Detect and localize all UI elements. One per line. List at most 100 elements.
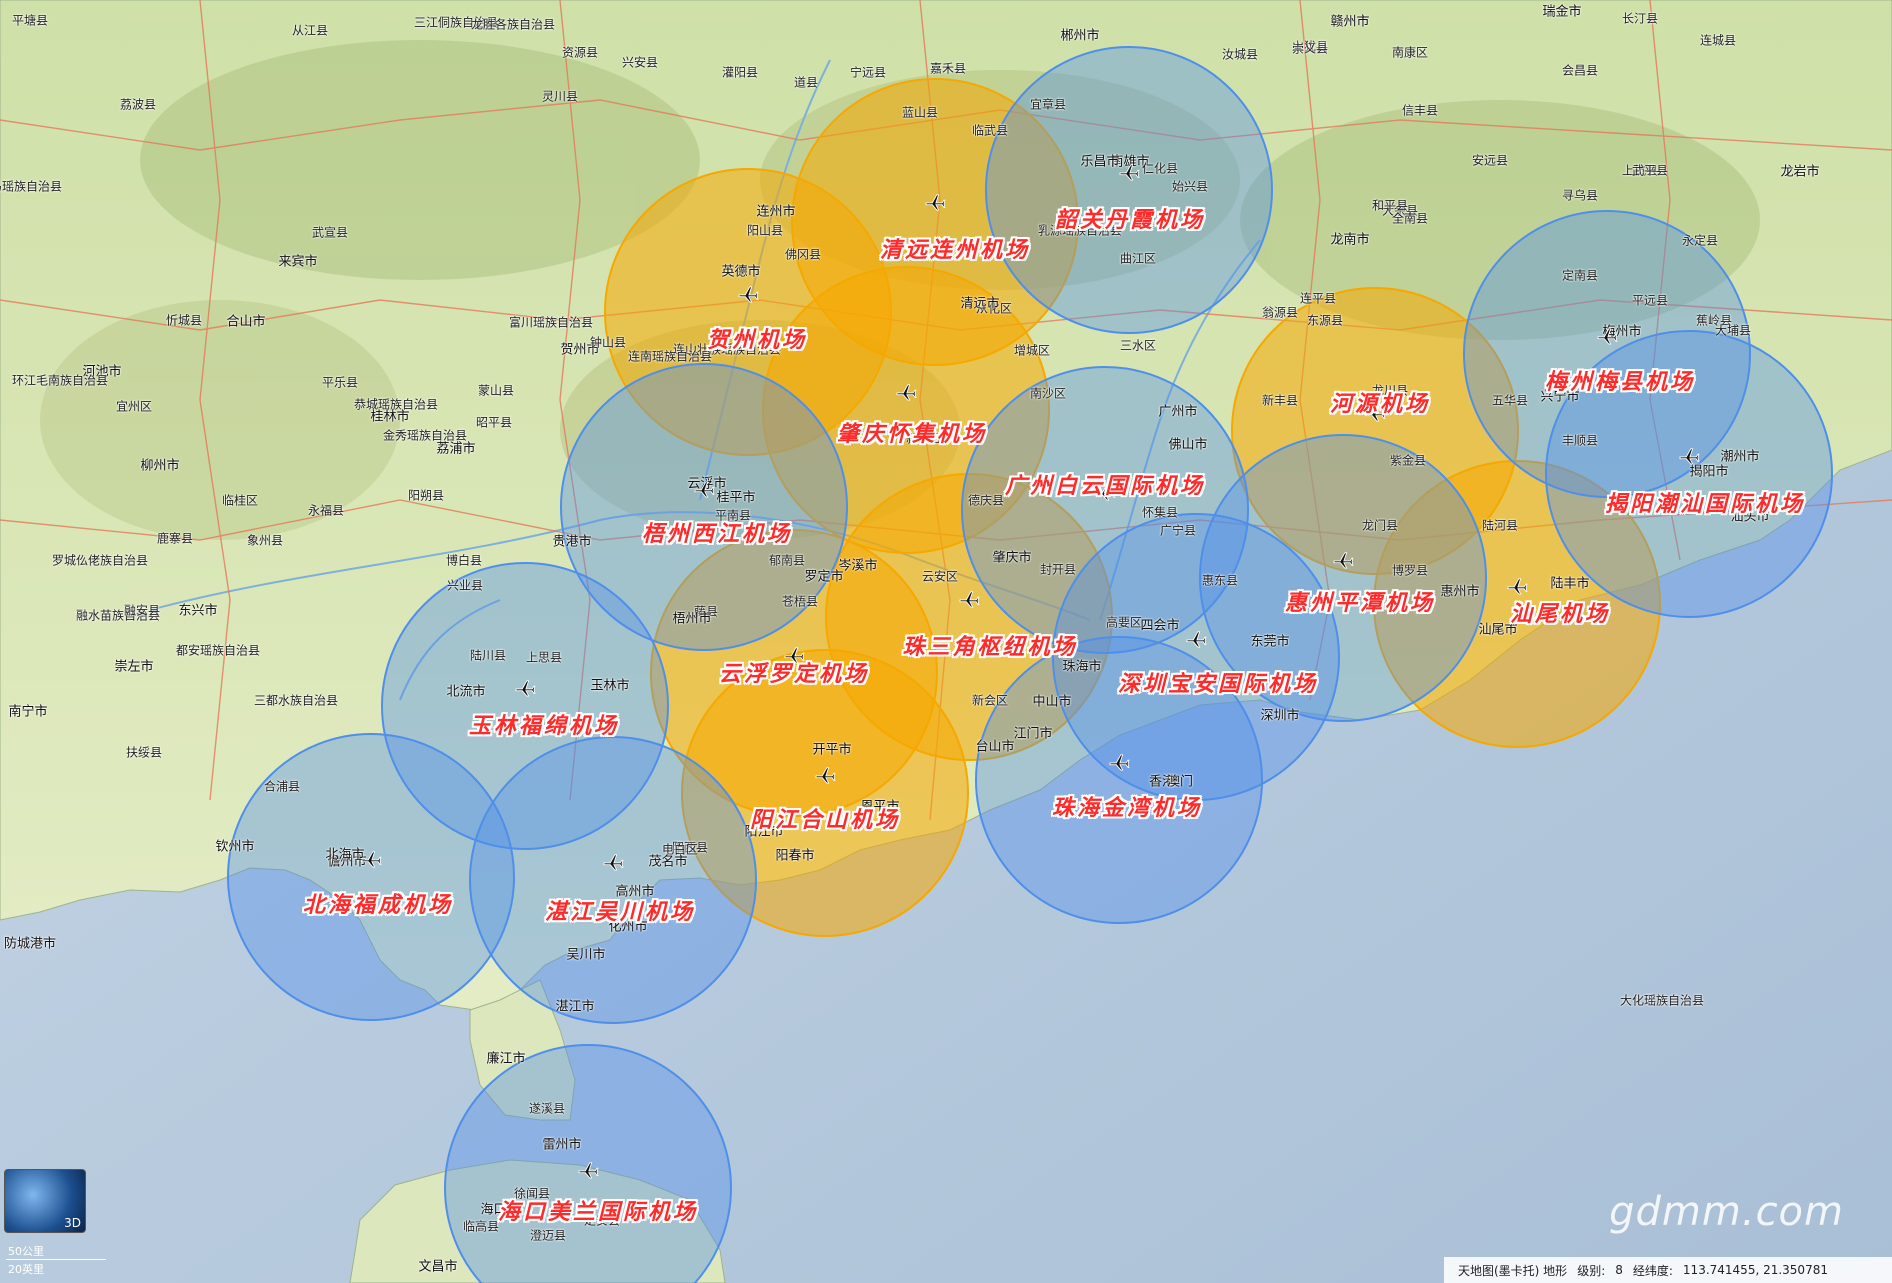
airport-plane-icon[interactable] — [577, 1161, 599, 1179]
place-label: 广宁县 — [1159, 523, 1197, 538]
place-label: 合山市 — [226, 314, 266, 330]
place-label: 蒙山县 — [477, 383, 515, 398]
place-label: 龙岩市 — [1780, 164, 1820, 180]
place-label: 封开县 — [1039, 562, 1077, 577]
airport-plane-icon[interactable] — [737, 285, 759, 303]
place-label: 罗定市 — [804, 569, 844, 585]
place-label: 象州县 — [246, 533, 284, 548]
place-label: 资源县 — [561, 45, 599, 60]
place-label: 阳朔县 — [407, 488, 445, 503]
map-canvas[interactable]: 平塘县 三江侗族自治县 龙胜各族自治县 从江县 荔波县 资源县 灵川县 兴安县 灌阳县 道县 宁远县… — [0, 0, 1892, 1283]
place-label: 大化瑶族自治县 — [1619, 993, 1705, 1008]
place-label: 佛冈县 — [784, 247, 822, 262]
coordinate-value: 113.741455, 21.350781 — [1682, 1263, 1828, 1277]
airport-plane-icon[interactable] — [1506, 577, 1528, 595]
place-label: 阳春市 — [775, 848, 815, 864]
place-label: 郁南县 — [768, 553, 806, 568]
airport-label: 阳江合山机场 — [749, 807, 901, 833]
place-label: 苍梧县 — [781, 594, 819, 609]
airport-label: 深圳宝安国际机场 — [1117, 671, 1319, 697]
place-label: 玉林市 — [590, 678, 630, 694]
place-label: 四会市 — [1140, 618, 1180, 634]
place-label: 湛江市 — [555, 999, 595, 1015]
place-label: 潮州市 — [1720, 449, 1760, 465]
place-label: 廉江市 — [486, 1051, 526, 1067]
airport-plane-icon[interactable] — [924, 193, 946, 211]
airport-label: 揭阳潮汕国际机场 — [1604, 491, 1806, 517]
airport-plane-icon[interactable] — [1596, 327, 1618, 345]
place-label: 肇庆市 — [992, 550, 1032, 566]
place-label: 荔浦市 — [436, 441, 476, 457]
place-label: 富川瑶族自治县 — [508, 315, 594, 330]
scale-metric-label: 50公里 — [8, 1245, 44, 1258]
place-label: 兴业县 — [446, 578, 484, 593]
globe-3d-button[interactable]: 3D — [4, 1169, 86, 1233]
place-label: 忻城县 — [165, 313, 203, 328]
place-label: 宁远县 — [849, 65, 887, 80]
airport-label: 梅州梅县机场 — [1544, 369, 1696, 395]
airport-label: 汕尾机场 — [1509, 601, 1611, 627]
place-label: 梧州市 — [672, 611, 712, 627]
place-label: 宜章县 — [1029, 97, 1067, 112]
place-label: 翁源县 — [1261, 305, 1299, 320]
airport-plane-icon[interactable] — [895, 383, 917, 401]
airport-plane-icon[interactable] — [814, 766, 836, 784]
place-label: 罗城仫佬族自治县 — [51, 553, 149, 568]
place-label: 武宣县 — [311, 225, 349, 240]
place-label: 新会区 — [971, 693, 1009, 708]
place-label: 临桂区 — [221, 493, 259, 508]
place-label: 东莞市 — [1250, 634, 1290, 650]
place-label: 东源县 — [1306, 313, 1344, 328]
place-label: 新丰县 — [1261, 393, 1299, 408]
place-label: 鹿寨县 — [156, 531, 194, 546]
place-label: 钦州市 — [215, 839, 255, 855]
place-label: 大埔县 — [1714, 323, 1752, 338]
airport-plane-icon[interactable] — [602, 853, 624, 871]
place-label: 全南县 — [1391, 211, 1429, 226]
airport-plane-icon[interactable] — [360, 850, 382, 868]
place-label: 扶绥县 — [125, 745, 163, 760]
place-label: 德庆县 — [967, 493, 1005, 508]
airport-label: 广州白云国际机场 — [1004, 473, 1206, 499]
place-label: 雷州市 — [542, 1137, 582, 1153]
place-label: 灵川县 — [541, 89, 579, 104]
place-label: 北海市 — [325, 847, 365, 863]
place-label: 陆丰市 — [1550, 576, 1590, 592]
airport-plane-icon[interactable] — [958, 590, 980, 608]
place-label: 陆河县 — [1481, 518, 1519, 533]
place-label: 龙南市 — [1330, 232, 1370, 248]
place-label: 郴州市 — [1060, 28, 1100, 44]
place-label: 澄迈县 — [529, 1228, 567, 1243]
airport-label: 玉林福绵机场 — [468, 713, 620, 739]
airport-label: 珠三角枢纽机场 — [902, 634, 1078, 660]
airport-plane-icon[interactable] — [1185, 630, 1207, 648]
place-label: 信丰县 — [1401, 103, 1439, 118]
place-label: 来宾市 — [278, 254, 318, 270]
airport-plane-icon[interactable] — [514, 679, 536, 697]
place-label: 惠州市 — [1440, 584, 1480, 600]
place-label: 清远市 — [960, 296, 1000, 312]
airport-plane-icon[interactable] — [1108, 753, 1130, 771]
place-label: 中山市 — [1032, 694, 1072, 710]
place-label: 合浦县 — [263, 779, 301, 794]
place-label: 会昌县 — [1561, 63, 1599, 78]
place-label: 连平县 — [1299, 291, 1337, 306]
scale-metric-bar — [6, 1259, 106, 1260]
place-label: 昭平县 — [475, 415, 513, 430]
airport-plane-icon[interactable] — [1678, 447, 1700, 465]
place-label: 柳州市 — [140, 458, 180, 474]
airport-label: 湛江吴川机场 — [544, 899, 696, 925]
airport-plane-icon[interactable] — [693, 480, 715, 498]
place-label: 仁化县 — [1141, 161, 1179, 176]
place-label: 陆川县 — [469, 648, 507, 663]
coverage-circle-shaoguan — [985, 46, 1273, 334]
place-label: 增城区 — [1013, 343, 1051, 358]
place-label: 连州市 — [756, 204, 796, 220]
place-label: 开平市 — [812, 742, 852, 758]
airport-plane-icon[interactable] — [1118, 163, 1140, 181]
place-label: 丰顺县 — [1561, 433, 1599, 448]
place-label: 定南县 — [1561, 268, 1599, 283]
place-label: 武平县 — [1631, 163, 1669, 178]
place-label: 吴川市 — [566, 947, 606, 963]
airport-plane-icon[interactable] — [1332, 551, 1354, 569]
